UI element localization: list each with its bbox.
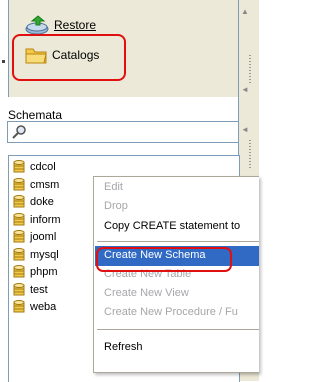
schema-name: jooml [30, 231, 57, 243]
schema-name: cdcol [30, 161, 56, 173]
menu-separator [97, 329, 259, 330]
catalogs-annotation [12, 34, 126, 81]
schema-name: inform [30, 213, 61, 226]
context-menu: Edit Drop Copy CREATE statement to Create N… [93, 176, 259, 373]
database-icon [13, 212, 25, 225]
schema-name: test [30, 283, 48, 296]
schema-name: doke [30, 196, 54, 208]
schema-list-item[interactable]: weba [13, 300, 56, 314]
database-icon [13, 160, 25, 173]
schema-list-item[interactable]: jooml [13, 230, 56, 244]
search-scroll-icon[interactable]: ◄ [241, 126, 249, 134]
database-icon [13, 195, 25, 208]
schema-list-item[interactable]: cdcol [13, 160, 56, 174]
splitter-grip-icon[interactable] [249, 55, 251, 85]
menu-separator [97, 241, 259, 242]
scroll-up-icon[interactable]: ▲ [241, 8, 249, 16]
schema-list-item[interactable]: test [13, 282, 48, 297]
create-schema-annotation [96, 247, 232, 272]
restore-item[interactable]: Restore [24, 14, 96, 36]
search-icon [12, 125, 26, 139]
menu-item-drop[interactable]: Drop [104, 200, 128, 212]
schemata-search-input[interactable] [7, 121, 239, 143]
menu-item-refresh[interactable]: Refresh [104, 341, 143, 353]
schema-name: mysql [30, 248, 59, 261]
schema-name: weba [30, 301, 57, 313]
schema-name: phpm [30, 266, 58, 278]
schemata-label: Schemata [8, 108, 63, 122]
scroll-left-icon[interactable]: ◄ [241, 86, 249, 94]
database-icon [13, 282, 25, 295]
menu-item-edit[interactable]: Edit [104, 181, 123, 193]
database-icon [13, 247, 25, 260]
splitter-grip-lower-icon[interactable] [249, 140, 251, 170]
schema-name: cmsm [30, 178, 60, 191]
schema-list-item[interactable]: mysql [13, 247, 59, 262]
schema-list-item[interactable]: inform [13, 212, 61, 227]
restore-label: Restore [54, 18, 97, 32]
admin-window: ▲ ◄ ◄ Restore Catalogs Schemata cdcol cms… [0, 0, 259, 382]
schema-list-item[interactable]: phpm [13, 265, 58, 279]
menu-item-create-new-procedure-fu[interactable]: Create New Procedure / Fu [104, 306, 238, 318]
database-icon [13, 177, 25, 190]
schema-list-item[interactable]: cmsm [13, 177, 60, 192]
schema-list-item[interactable]: doke [13, 195, 54, 209]
database-icon [13, 300, 25, 313]
database-icon [13, 265, 25, 278]
menu-item-copy-create-statement-to[interactable]: Copy CREATE statement to [104, 220, 240, 232]
left-edge [0, 0, 8, 381]
database-icon [13, 230, 25, 243]
restore-icon [25, 15, 49, 35]
menu-item-create-new-view[interactable]: Create New View [104, 287, 189, 299]
